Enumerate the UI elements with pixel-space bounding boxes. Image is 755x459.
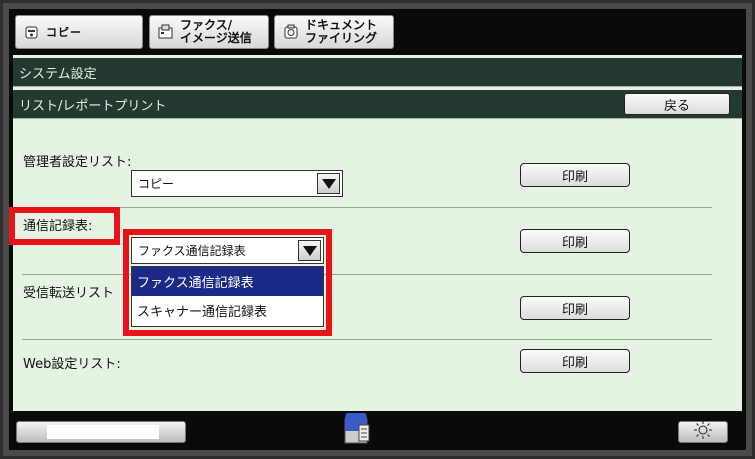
highlight-box bbox=[9, 207, 120, 245]
section-title-text: リスト/レポートプリント bbox=[19, 98, 167, 114]
divider bbox=[22, 207, 712, 208]
admin-list-select-value: コピー bbox=[138, 177, 175, 191]
chevron-down-icon[interactable] bbox=[317, 173, 340, 194]
admin-list-select[interactable]: コピー bbox=[131, 170, 343, 197]
forward-list-label: 受信転送リスト bbox=[23, 286, 115, 301]
tab-fax-line2: イメージ送信 bbox=[180, 31, 252, 45]
tab-copy[interactable]: コピー bbox=[15, 15, 143, 49]
page-title-text: システム設定 bbox=[19, 66, 97, 82]
tab-document-filing[interactable]: ドキュメント ファイリング bbox=[274, 15, 394, 49]
tab-fax-image-send[interactable]: ファクス/ イメージ送信 bbox=[149, 15, 269, 49]
section-title: リスト/レポートプリント 戻る bbox=[13, 90, 742, 119]
admin-list-print-button[interactable]: 印刷 bbox=[520, 163, 630, 187]
printer-status-icon[interactable] bbox=[339, 408, 375, 447]
brightness-icon bbox=[694, 421, 712, 443]
forward-list-print-button[interactable]: 印刷 bbox=[520, 296, 630, 320]
touch-screen: コピー ファクス/ イメージ送信 ドキュメント ファイリング システム設定 リス… bbox=[9, 9, 746, 450]
web-list-label: Web設定リスト: bbox=[23, 357, 121, 372]
job-status-button[interactable] bbox=[16, 421, 186, 443]
tab-doc-line2: ファイリング bbox=[305, 31, 378, 45]
copy-icon bbox=[24, 24, 40, 40]
status-display bbox=[47, 425, 159, 439]
comm-log-print-button[interactable]: 印刷 bbox=[520, 229, 630, 253]
page-title: システム設定 bbox=[13, 58, 742, 87]
divider bbox=[22, 339, 712, 340]
web-list-print-button[interactable]: 印刷 bbox=[520, 349, 630, 373]
tab-copy-label: コピー bbox=[46, 26, 82, 39]
fax-icon bbox=[158, 24, 174, 40]
highlight-box bbox=[123, 229, 332, 336]
document-filing-icon bbox=[283, 24, 299, 40]
settings-panel: システム設定 リスト/レポートプリント 戻る 管理者設定リスト: コピー 印刷 … bbox=[9, 55, 742, 411]
admin-list-label: 管理者設定リスト: bbox=[23, 155, 132, 170]
back-button[interactable]: 戻る bbox=[624, 93, 730, 115]
brightness-button[interactable] bbox=[678, 421, 728, 443]
